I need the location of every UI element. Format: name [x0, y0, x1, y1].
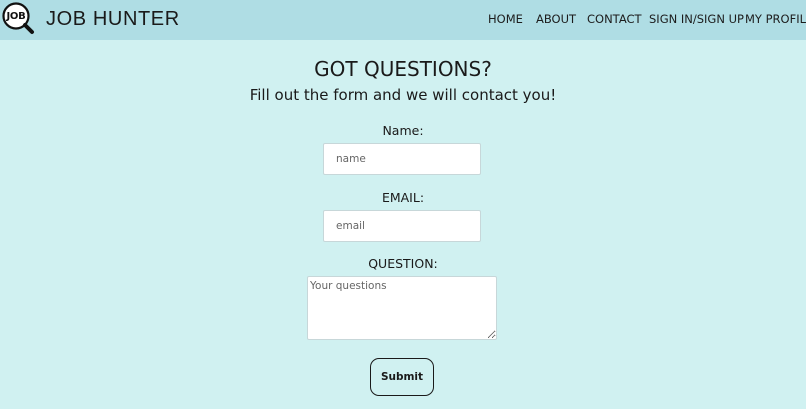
nav-about-link[interactable]: ABOUT: [536, 11, 576, 27]
email-input[interactable]: [323, 210, 481, 242]
main-nav: HOME ABOUT CONTACT SIGN IN/SIGN UP MY PR…: [0, 11, 806, 29]
question-label: QUESTION:: [368, 256, 438, 271]
submit-button[interactable]: Submit: [370, 358, 434, 396]
header-bar: JOB JOB HUNTER HOME ABOUT CONTACT SIGN I…: [0, 0, 806, 40]
nav-profile-link[interactable]: MY PROFILE: [745, 11, 806, 27]
page-title: GOT QUESTIONS?: [314, 57, 492, 81]
nav-sign-in-link[interactable]: SIGN IN/SIGN UP: [649, 11, 744, 27]
email-label: EMAIL:: [381, 190, 425, 205]
nav-home-link[interactable]: HOME: [488, 11, 523, 27]
nav-contact-link[interactable]: CONTACT: [587, 11, 642, 27]
name-label: Name:: [382, 123, 424, 138]
question-textarea[interactable]: [307, 276, 497, 340]
name-input[interactable]: [323, 143, 481, 175]
page-subtitle: Fill out the form and we will contact yo…: [249, 86, 557, 104]
